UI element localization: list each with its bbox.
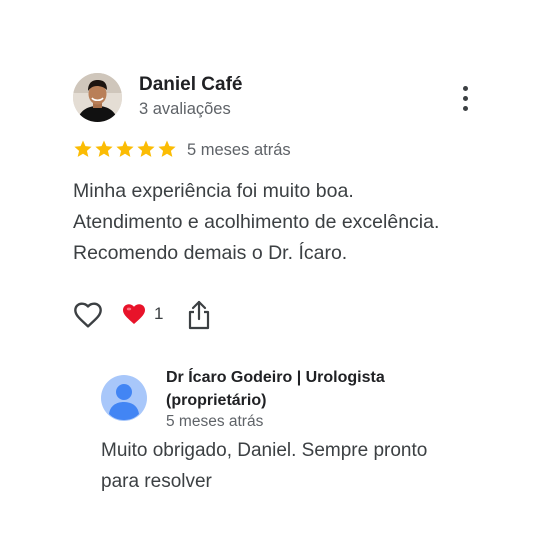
more-options-button[interactable] — [450, 82, 480, 114]
owner-name[interactable]: Dr Ícaro Godeiro | Urologista (proprietá… — [166, 366, 446, 412]
share-icon — [188, 300, 210, 330]
more-vert-icon-dot — [462, 105, 468, 111]
review-text-line: Minha experiência foi muito boa. — [73, 180, 354, 202]
owner-avatar[interactable] — [101, 375, 147, 421]
more-vert-icon-dot — [462, 95, 468, 101]
review-text-line: Atendimento e acolhimento de excelência. — [73, 211, 440, 233]
like-button[interactable] — [72, 299, 104, 331]
star-rating — [73, 139, 177, 159]
heart-filled-icon — [123, 304, 145, 324]
share-button[interactable] — [185, 299, 213, 331]
heart-outline-icon — [74, 302, 102, 328]
reaction-count: 1 — [154, 304, 164, 323]
person-icon — [101, 375, 147, 421]
reply-text-line: Muito obrigado, Daniel. Sempre pronto — [101, 440, 428, 461]
review-text-line: Recomendo demais o Dr. Ícaro. — [73, 242, 348, 264]
star-icon — [158, 140, 176, 157]
reviewer-photo-icon — [73, 73, 122, 122]
reviewer-review-count[interactable]: 3 avaliações — [139, 100, 231, 119]
star-icon — [137, 140, 155, 157]
more-vert-icon — [462, 85, 468, 91]
review-text: Minha experiência foi muito boa. Atendim… — [73, 176, 533, 269]
reviewer-avatar[interactable] — [73, 73, 122, 122]
reaction-summary[interactable]: 1 — [122, 303, 163, 325]
owner-reply-text: Muito obrigado, Daniel. Sempre pronto pa… — [101, 435, 521, 497]
review-date: 5 meses atrás — [187, 141, 291, 159]
reviewer-name[interactable]: Daniel Café — [139, 74, 242, 96]
star-icon — [95, 140, 113, 157]
reply-text-line: para resolver — [101, 471, 212, 492]
star-icon — [74, 140, 92, 157]
owner-reply-date: 5 meses atrás — [166, 413, 264, 430]
review-card: Daniel Café 3 avaliações 5 meses atrás M… — [0, 0, 560, 560]
star-icon — [116, 140, 134, 157]
